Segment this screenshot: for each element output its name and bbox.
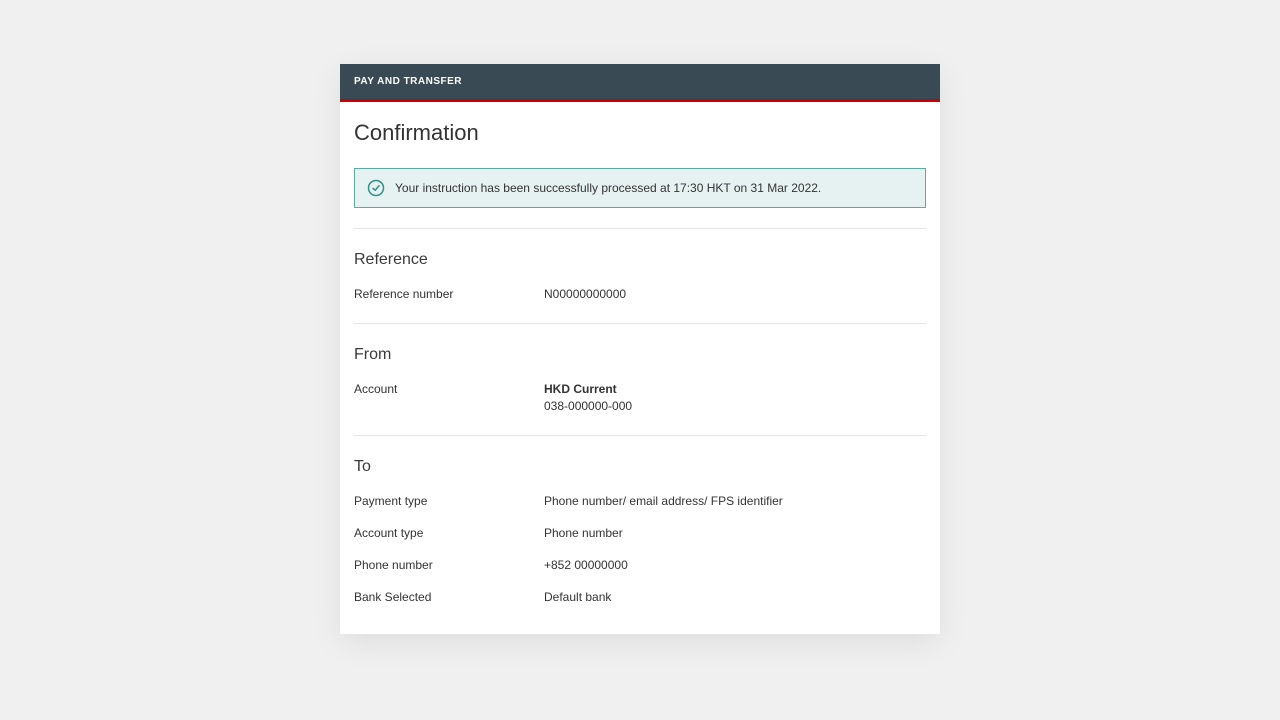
reference-number-value: N00000000000 [544,287,626,301]
from-account-name: HKD Current [544,382,632,396]
header-bar: PAY AND TRANSFER [340,64,940,102]
page-title: Confirmation [354,120,926,146]
success-check-icon [367,179,385,197]
success-notification: Your instruction has been successfully p… [354,168,926,208]
reference-number-label: Reference number [354,287,544,301]
to-section: To Payment type Phone number/ email addr… [354,436,926,604]
to-section-title: To [354,458,926,476]
account-type-value: Phone number [544,526,623,540]
payment-type-row: Payment type Phone number/ email address… [354,494,926,508]
bank-selected-value: Default bank [544,590,611,604]
phone-number-row: Phone number +852 00000000 [354,558,926,572]
reference-section-title: Reference [354,251,926,269]
phone-number-label: Phone number [354,558,544,572]
phone-number-value: +852 00000000 [544,558,628,572]
reference-section: Reference Reference number N00000000000 [354,229,926,323]
success-message: Your instruction has been successfully p… [395,181,821,195]
payment-type-label: Payment type [354,494,544,508]
bank-selected-label: Bank Selected [354,590,544,604]
from-account-number: 038-000000-000 [544,399,632,413]
from-account-label: Account [354,382,544,413]
bank-selected-row: Bank Selected Default bank [354,590,926,604]
header-title: PAY AND TRANSFER [354,76,462,87]
account-type-label: Account type [354,526,544,540]
payment-type-value: Phone number/ email address/ FPS identif… [544,494,783,508]
confirmation-card: PAY AND TRANSFER Confirmation Your instr… [340,64,940,634]
account-type-row: Account type Phone number [354,526,926,540]
from-section: From Account HKD Current 038-000000-000 [354,324,926,435]
from-account-row: Account HKD Current 038-000000-000 [354,382,926,413]
reference-number-row: Reference number N00000000000 [354,287,926,301]
card-content: Confirmation Your instruction has been s… [340,102,940,634]
from-section-title: From [354,346,926,364]
